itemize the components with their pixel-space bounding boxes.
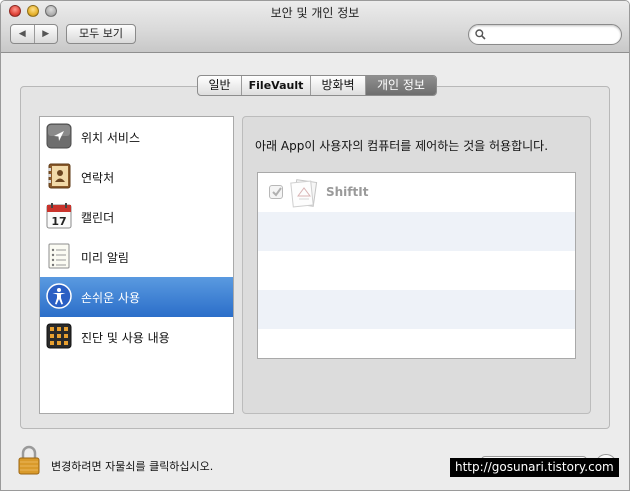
tab-filevault[interactable]: FileVault	[241, 76, 310, 95]
tab-privacy[interactable]: 개인 정보	[365, 76, 436, 95]
checkmark-icon	[272, 187, 282, 197]
shiftit-app-icon	[290, 179, 318, 208]
back-arrow-icon: ◀	[18, 29, 26, 39]
tab-firewall[interactable]: 방화벽	[310, 76, 365, 95]
list-item	[258, 251, 575, 290]
sidebar-item-label: 손쉬운 사용	[81, 290, 141, 305]
accessibility-icon	[46, 283, 72, 309]
tab-general[interactable]: 일반	[198, 76, 241, 95]
lock-hint-text: 변경하려면 자물쇠를 클릭하십시오.	[51, 460, 214, 473]
calendar-icon: 17	[46, 203, 72, 229]
panel-description: 아래 App이 사용자의 컴퓨터를 제어하는 것을 허용합니다.	[255, 139, 549, 153]
sidebar-item-calendar[interactable]: 17 캘린더	[40, 197, 233, 237]
sidebar-item-contacts[interactable]: 연락처	[40, 157, 233, 197]
back-forward-control: ◀ ▶	[10, 24, 58, 44]
app-list[interactable]: ShiftIt	[257, 172, 576, 359]
privacy-category-list: 위치 서비스 연락처 17 캘린더 미리 알림 손쉬운 사용 진단 및 사용 내…	[39, 116, 234, 414]
sidebar-item-location-services[interactable]: 위치 서비스	[40, 117, 233, 157]
sidebar-item-reminders[interactable]: 미리 알림	[40, 237, 233, 277]
diagnostics-grid-icon	[46, 323, 72, 349]
search-icon	[475, 29, 486, 40]
preferences-window: 보안 및 개인 정보 ◀ ▶ 모두 보기 일반 FileVault 방화벽 개인…	[0, 0, 630, 491]
sidebar-item-label: 연락처	[81, 170, 115, 185]
sidebar-item-label: 진단 및 사용 내용	[81, 330, 170, 345]
app-permission-checkbox[interactable]	[269, 185, 283, 199]
app-name: ShiftIt	[326, 185, 369, 199]
calendar-icon-day: 17	[51, 215, 66, 228]
contacts-book-icon	[48, 163, 71, 189]
list-item	[258, 329, 575, 358]
back-button[interactable]: ◀	[11, 25, 34, 43]
show-all-button[interactable]: 모두 보기	[66, 24, 136, 44]
lock-icon[interactable]	[18, 445, 40, 475]
sidebar-item-accessibility[interactable]: 손쉬운 사용	[40, 277, 233, 317]
search-input[interactable]	[489, 27, 617, 42]
location-arrow-icon	[46, 123, 72, 149]
tab-bar: 일반 FileVault 방화벽 개인 정보	[197, 75, 437, 96]
list-item	[258, 212, 575, 251]
forward-button[interactable]: ▶	[33, 25, 58, 43]
sidebar-item-diagnostics[interactable]: 진단 및 사용 내용	[40, 317, 233, 357]
sidebar-item-label: 위치 서비스	[81, 130, 141, 145]
watermark: http://gosunari.tistory.com	[450, 458, 619, 477]
reminders-list-icon	[48, 243, 70, 269]
sidebar-item-label: 캘린더	[81, 210, 115, 225]
app-row-shiftit[interactable]: ShiftIt	[258, 173, 575, 212]
window-title: 보안 및 개인 정보	[270, 6, 360, 20]
search-field[interactable]	[468, 24, 622, 45]
list-item	[258, 290, 575, 329]
sidebar-item-label: 미리 알림	[81, 250, 129, 265]
forward-arrow-icon: ▶	[42, 29, 50, 39]
titlebar: 보안 및 개인 정보 ◀ ▶ 모두 보기	[1, 1, 629, 53]
